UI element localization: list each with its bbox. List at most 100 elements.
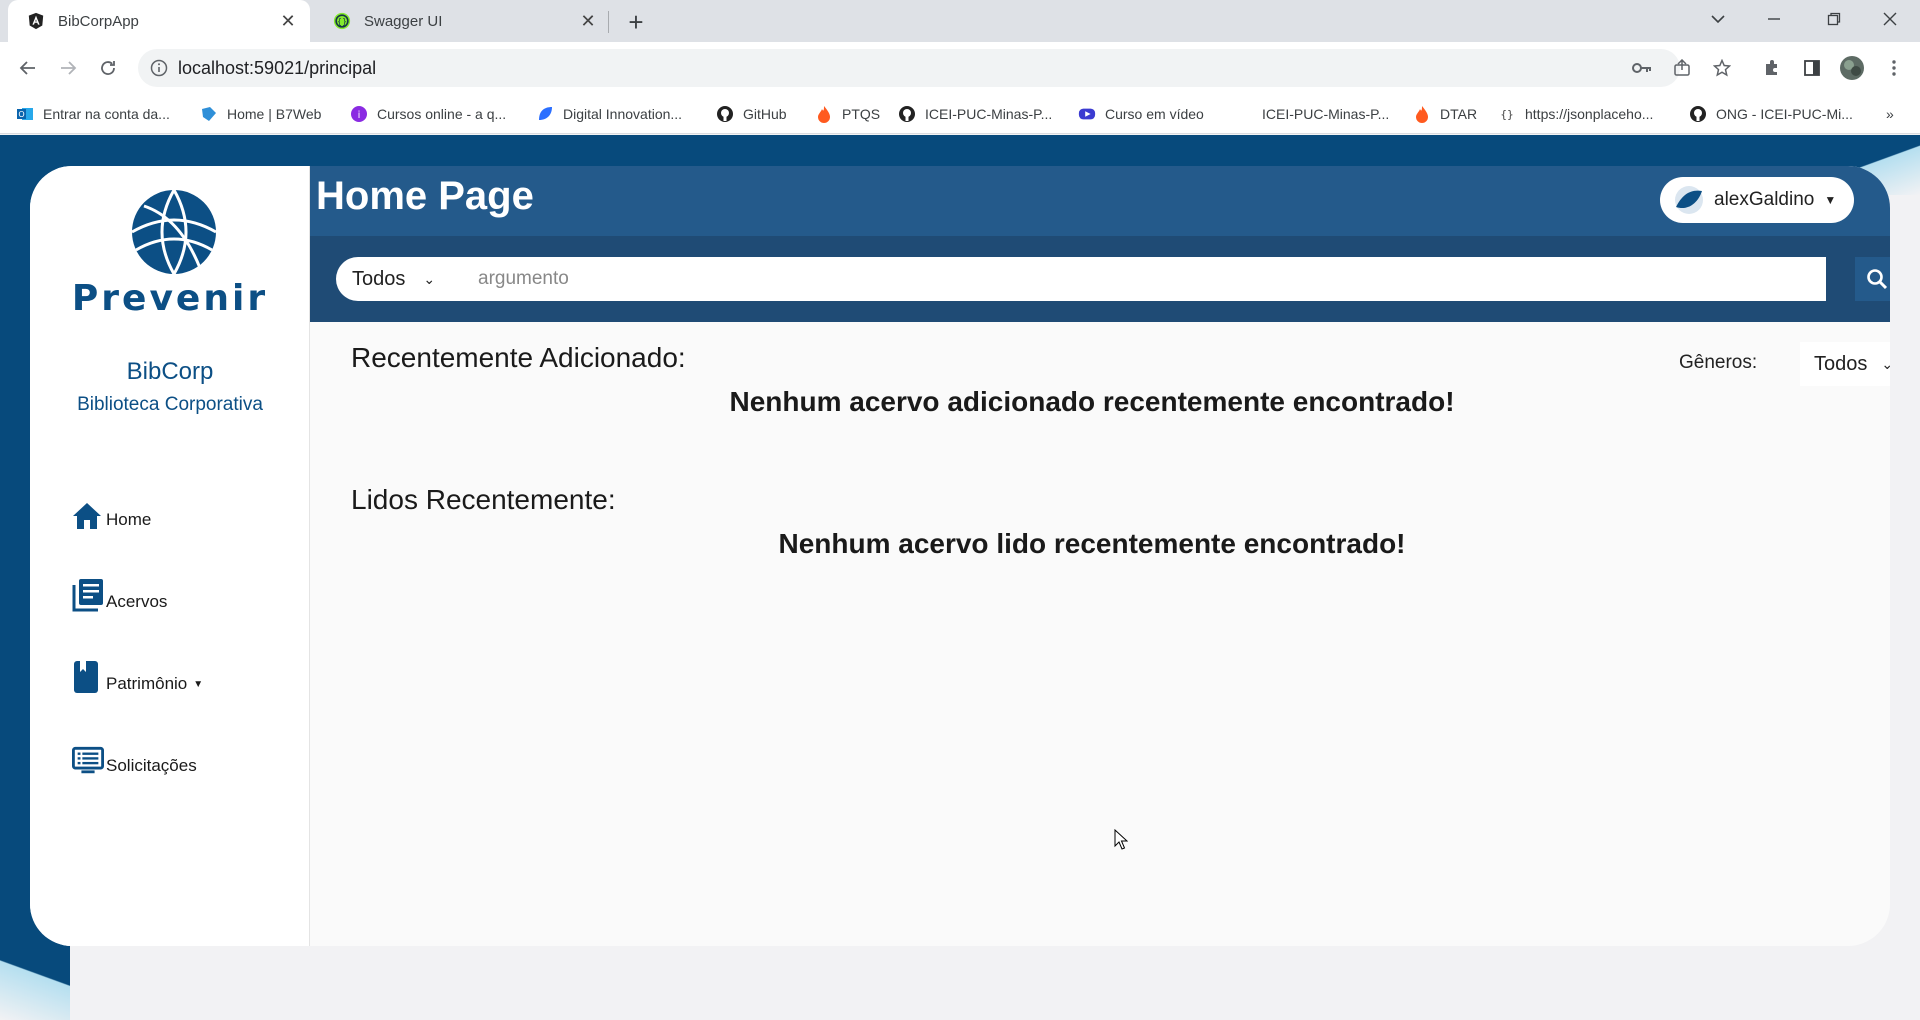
back-arrow-icon[interactable] — [12, 52, 44, 84]
outlook-icon: O — [16, 105, 34, 123]
search-button[interactable] — [1855, 257, 1890, 301]
browser-tab-strip: BibCorpApp ✕ {} Swagger UI ✕ + — [0, 0, 1920, 42]
search-band: Todos ⌄ — [310, 236, 1890, 322]
bookmark-item[interactable]: DTAR — [1413, 102, 1477, 126]
search-filter-value: Todos — [352, 267, 406, 290]
bookmark-item[interactable]: PTQS — [815, 102, 880, 126]
bookmark-item[interactable]: Home | B7Web — [200, 102, 321, 126]
tab-title: Swagger UI — [364, 12, 443, 30]
genres-label: Gêneros: — [1679, 352, 1758, 373]
minimize-icon[interactable] — [1750, 0, 1798, 38]
search-bar: Todos ⌄ — [336, 257, 1826, 301]
tab-search-chevron-icon[interactable] — [1694, 0, 1742, 38]
page-title: Home Page — [316, 174, 534, 218]
search-input[interactable] — [478, 268, 1778, 290]
bookmark-item[interactable]: ICEI-PUC-Minas-P... — [1262, 102, 1389, 126]
sidebar-item-label: Patrimônio — [106, 674, 188, 693]
bookmark-item[interactable]: GitHub — [716, 102, 787, 126]
bookmark-item[interactable]: ONG - ICEI-PUC-Mi... — [1689, 102, 1853, 126]
bookmark-label: Curso em vídeo — [1105, 106, 1204, 122]
username: alexGaldino — [1714, 189, 1815, 210]
json-icon: {} — [1498, 105, 1516, 123]
bookmark-item[interactable]: ICEI-PUC-Minas-P... — [898, 102, 1052, 126]
github-icon — [898, 105, 916, 123]
b7web-icon — [200, 105, 218, 123]
bookmark-label: Cursos online - a q... — [377, 106, 507, 122]
globe-logo-icon — [131, 189, 217, 275]
logo-text: Prevenir — [71, 278, 269, 319]
bookmark-label: GitHub — [743, 106, 787, 122]
sidebar-item-acervos[interactable]: Acervos — [72, 578, 167, 612]
bookmark-label: ICEI-PUC-Minas-P... — [1262, 106, 1390, 122]
svg-text:{}: {} — [1500, 108, 1513, 121]
page-header: Home Page alexGaldino ▼ — [310, 166, 1890, 236]
address-bar[interactable]: localhost:59021/principal — [138, 49, 1680, 87]
sidebar-item-patrimonio[interactable]: Patrimônio ▼ — [72, 660, 203, 694]
bookmarks-bar: O Entrar na conta da... Home | B7Web i C… — [0, 94, 1920, 134]
more-bookmarks-icon[interactable]: » — [1886, 102, 1894, 126]
recently-read-title: Lidos Recentemente: — [351, 484, 616, 515]
bookmark-item[interactable]: Digital Innovation... — [536, 102, 682, 126]
browser-toolbar: localhost:59021/principal — [0, 42, 1920, 94]
main-content: Recentemente Adicionado: Gêneros: Todos … — [310, 322, 1890, 946]
forward-arrow-icon[interactable] — [52, 52, 84, 84]
tab-bibcorpapp[interactable]: BibCorpApp ✕ — [8, 0, 310, 42]
bookmark-item[interactable]: i Cursos online - a q... — [350, 102, 506, 126]
sidebar-item-solicitacoes[interactable]: Solicitações — [72, 742, 197, 776]
browser-menu-icon[interactable] — [1878, 52, 1910, 84]
restore-icon[interactable] — [1810, 0, 1858, 38]
book-icon — [72, 660, 104, 694]
user-menu-button[interactable]: alexGaldino ▼ — [1660, 177, 1854, 223]
tab-swagger-ui[interactable]: {} Swagger UI ✕ — [314, 0, 610, 42]
tab-title: BibCorpApp — [58, 12, 139, 30]
close-tab-icon[interactable]: ✕ — [276, 9, 300, 33]
bookmark-item[interactable]: {} https://jsonplaceho... — [1498, 102, 1653, 126]
bookmark-label: https://jsonplaceho... — [1525, 106, 1654, 122]
bookmark-item[interactable]: O Entrar na conta da... — [16, 102, 170, 126]
genres-value: Todos — [1814, 352, 1868, 375]
recently-added-title: Recentemente Adicionado: — [351, 342, 686, 373]
search-filter-select[interactable]: Todos ⌄ — [352, 268, 472, 291]
bookmark-label: PTQS — [842, 106, 881, 122]
search-icon — [1867, 269, 1888, 290]
web-page: Prevenir BibCorp Biblioteca Corporativa … — [0, 135, 1920, 1020]
bookmark-label: DTAR — [1440, 106, 1478, 122]
bookmark-label: Home | B7Web — [227, 106, 322, 122]
password-key-icon[interactable] — [1626, 52, 1658, 84]
svg-text:O: O — [18, 110, 24, 119]
fire-icon — [1413, 105, 1431, 123]
sidebar-item-label: Solicitações — [106, 756, 197, 775]
profile-avatar-icon[interactable] — [1836, 52, 1868, 84]
dio-icon — [536, 105, 554, 123]
new-tab-plus-icon[interactable]: + — [622, 7, 650, 37]
video-icon — [1078, 105, 1096, 123]
sidebar-item-label: Acervos — [106, 592, 168, 611]
site-info-icon[interactable] — [150, 59, 168, 77]
close-window-icon[interactable] — [1866, 0, 1914, 38]
bookmark-item[interactable]: Curso em vídeo — [1078, 102, 1204, 126]
home-icon — [72, 496, 104, 530]
extensions-puzzle-icon[interactable] — [1756, 52, 1788, 84]
monitor-list-icon — [72, 742, 104, 776]
genres-select[interactable]: Todos ⌄ — [1800, 342, 1890, 386]
app-card: Prevenir BibCorp Biblioteca Corporativa … — [30, 166, 1890, 946]
svg-text:{}: {} — [337, 16, 347, 26]
bookmark-label: ICEI-PUC-Minas-P... — [925, 106, 1053, 122]
close-tab-icon[interactable]: ✕ — [576, 9, 600, 33]
side-panel-icon[interactable] — [1796, 52, 1828, 84]
fire-icon — [815, 105, 833, 123]
bookmark-star-icon[interactable] — [1706, 52, 1738, 84]
mouse-cursor-icon — [1114, 829, 1128, 850]
github-icon — [716, 105, 734, 123]
chevron-down-icon: ⌄ — [1881, 355, 1890, 372]
app-name: BibCorp — [126, 358, 214, 385]
recently-read-empty-message: Nenhum acervo lido recentemente encontra… — [778, 528, 1406, 559]
reload-icon[interactable] — [92, 52, 124, 84]
sidebar: Prevenir BibCorp Biblioteca Corporativa … — [30, 166, 310, 946]
bookmark-label: ONG - ICEI-PUC-Mi... — [1716, 106, 1853, 122]
share-icon[interactable] — [1666, 52, 1698, 84]
github-icon — [1689, 105, 1707, 123]
sidebar-item-home[interactable]: Home — [72, 496, 151, 530]
chevron-down-icon: ▼ — [1824, 193, 1837, 207]
app-subtitle: Biblioteca Corporativa — [77, 394, 263, 415]
